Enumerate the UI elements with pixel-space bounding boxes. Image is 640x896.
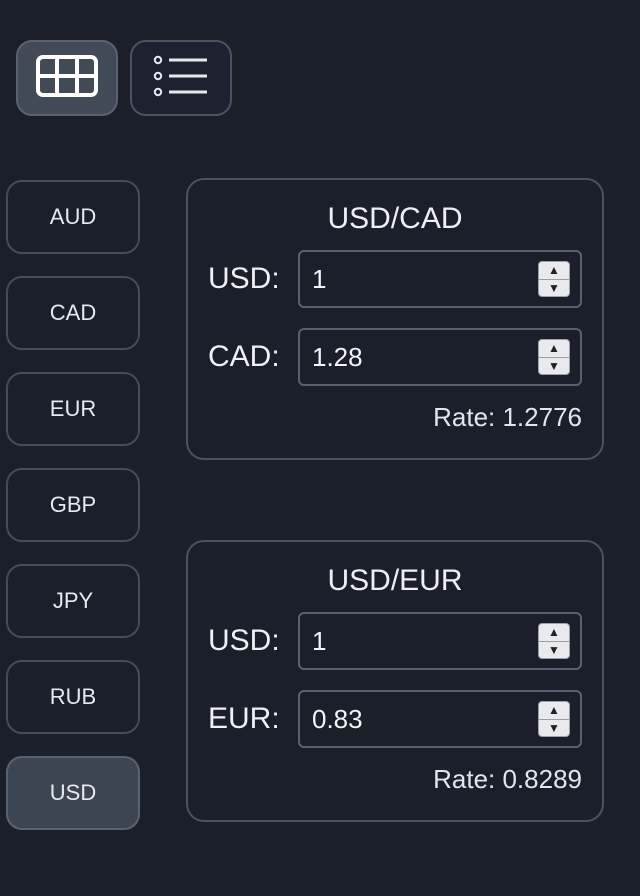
list-icon xyxy=(153,55,209,102)
spin-down-icon[interactable]: ▼ xyxy=(539,358,569,375)
currency-button-jpy[interactable]: JPY xyxy=(6,564,140,638)
currency-button-eur[interactable]: EUR xyxy=(6,372,140,446)
spinner[interactable]: ▲ ▼ xyxy=(538,623,570,659)
quote-amount-value: 0.83 xyxy=(312,704,363,734)
grid-icon xyxy=(36,54,98,102)
spin-up-icon[interactable]: ▲ xyxy=(539,340,569,358)
currency-button-rub[interactable]: RUB xyxy=(6,660,140,734)
spin-up-icon[interactable]: ▲ xyxy=(539,624,569,642)
spinner[interactable]: ▲ ▼ xyxy=(538,339,570,375)
currency-button-usd[interactable]: USD xyxy=(6,756,140,830)
currency-button-cad[interactable]: CAD xyxy=(6,276,140,350)
spin-down-icon[interactable]: ▼ xyxy=(539,280,569,297)
currency-button-aud[interactable]: AUD xyxy=(6,180,140,254)
pair-panel-usd-cad: USD/CAD USD: 1 ▲ ▼ CAD: 1.28 ▲ ▼ Rate: 1… xyxy=(186,178,604,460)
pair-title: USD/EUR xyxy=(327,564,463,597)
quote-label: EUR: xyxy=(208,702,280,735)
pair-panel-usd-eur: USD/EUR USD: 1 ▲ ▼ EUR: 0.83 ▲ ▼ Rate: 0… xyxy=(186,540,604,822)
base-amount-input[interactable]: 1 ▲ ▼ xyxy=(298,612,582,670)
base-amount-value: 1 xyxy=(312,626,327,656)
quote-amount-input[interactable]: 0.83 ▲ ▼ xyxy=(298,690,582,748)
currency-button-gbp[interactable]: GBP xyxy=(6,468,140,542)
spin-down-icon[interactable]: ▼ xyxy=(539,642,569,659)
rate-text: Rate: 0.8289 xyxy=(433,764,582,794)
base-amount-input[interactable]: 1 ▲ ▼ xyxy=(298,250,582,308)
spinner[interactable]: ▲ ▼ xyxy=(538,701,570,737)
spin-down-icon[interactable]: ▼ xyxy=(539,720,569,737)
spinner[interactable]: ▲ ▼ xyxy=(538,261,570,297)
base-amount-value: 1 xyxy=(312,264,327,294)
pair-title: USD/CAD xyxy=(327,202,463,235)
quote-amount-value: 1.28 xyxy=(312,342,363,372)
spin-up-icon[interactable]: ▲ xyxy=(539,702,569,720)
base-label: USD: xyxy=(208,262,280,295)
list-view-button[interactable] xyxy=(130,40,232,116)
rate-text: Rate: 1.2776 xyxy=(433,402,582,432)
quote-amount-input[interactable]: 1.28 ▲ ▼ xyxy=(298,328,582,386)
base-label: USD: xyxy=(208,624,280,657)
spin-up-icon[interactable]: ▲ xyxy=(539,262,569,280)
grid-view-button[interactable] xyxy=(16,40,118,116)
quote-label: CAD: xyxy=(208,340,280,373)
